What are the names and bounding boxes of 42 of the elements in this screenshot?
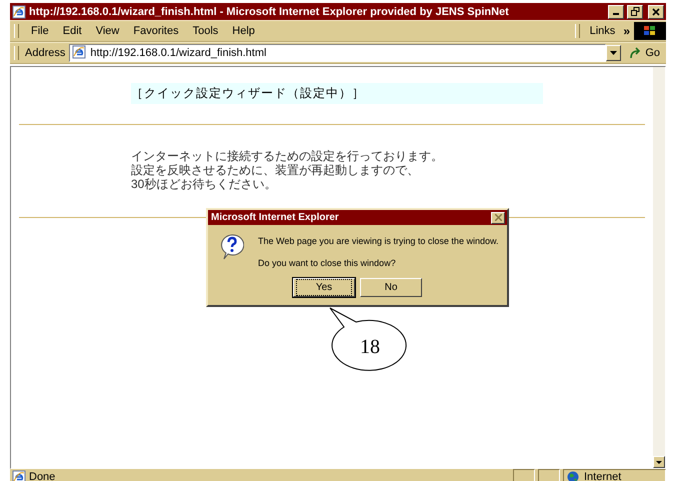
close-button[interactable] [648, 4, 664, 18]
minimize-icon [613, 13, 619, 15]
scrollbar[interactable] [653, 67, 665, 468]
links-label[interactable]: Links [586, 25, 620, 37]
question-icon [220, 234, 244, 260]
message-line: 30秒ほどお待ちください。 [131, 177, 276, 191]
dialog-title: Microsoft Internet Explorer [211, 212, 339, 223]
window-title: http://192.168.0.1/wizard_finish.html - Microsoft Internet Explorer provided by JENS SpinNet [29, 6, 510, 18]
browser-icon [12, 4, 26, 18]
windows-logo [634, 22, 666, 40]
scroll-down-button[interactable] [653, 456, 665, 468]
globe-icon [567, 470, 579, 481]
status-text: Done [29, 470, 56, 481]
restore-button[interactable] [627, 4, 643, 18]
dropdown-button[interactable] [606, 45, 622, 61]
dialog-close-button[interactable] [491, 212, 505, 224]
menu-item[interactable]: Favorites [127, 24, 185, 38]
dialog-button[interactable]: Yes [293, 278, 355, 297]
menu-item[interactable]: View [90, 24, 126, 38]
menu-item[interactable]: File [25, 24, 55, 38]
page-heading: ［クイック設定ウィザード（設定中）］ [131, 83, 543, 104]
message-line: 設定を反映させるために、装置が再起動しますので、 [131, 163, 419, 177]
dropdown-icon [610, 51, 618, 55]
status-panel [513, 469, 535, 481]
menu-item[interactable]: Tools [186, 24, 224, 38]
dialog-message: The Web page you are viewing is trying to close the window. [258, 236, 498, 246]
close-icon [494, 214, 502, 221]
restore-icon [630, 7, 640, 16]
menu-item[interactable]: Edit [56, 24, 88, 38]
minimize-button[interactable] [608, 4, 624, 18]
dialog-button[interactable]: No [360, 278, 422, 297]
close-icon [652, 8, 660, 16]
address-label: Address [25, 47, 66, 59]
zone-label: Internet [584, 470, 622, 481]
menu-item[interactable]: Help [226, 24, 261, 38]
scroll-down-icon [656, 460, 662, 464]
chevron-button[interactable]: » [623, 24, 630, 38]
address-field[interactable]: http://192.168.0.1/wizard_finish.html [69, 44, 606, 62]
dialog-question: Do you want to close this window? [258, 258, 397, 268]
go-button[interactable]: Go [629, 47, 660, 59]
status-panel [538, 469, 560, 481]
message-line: インターネットに接続するための設定を行っております。 [131, 149, 443, 163]
